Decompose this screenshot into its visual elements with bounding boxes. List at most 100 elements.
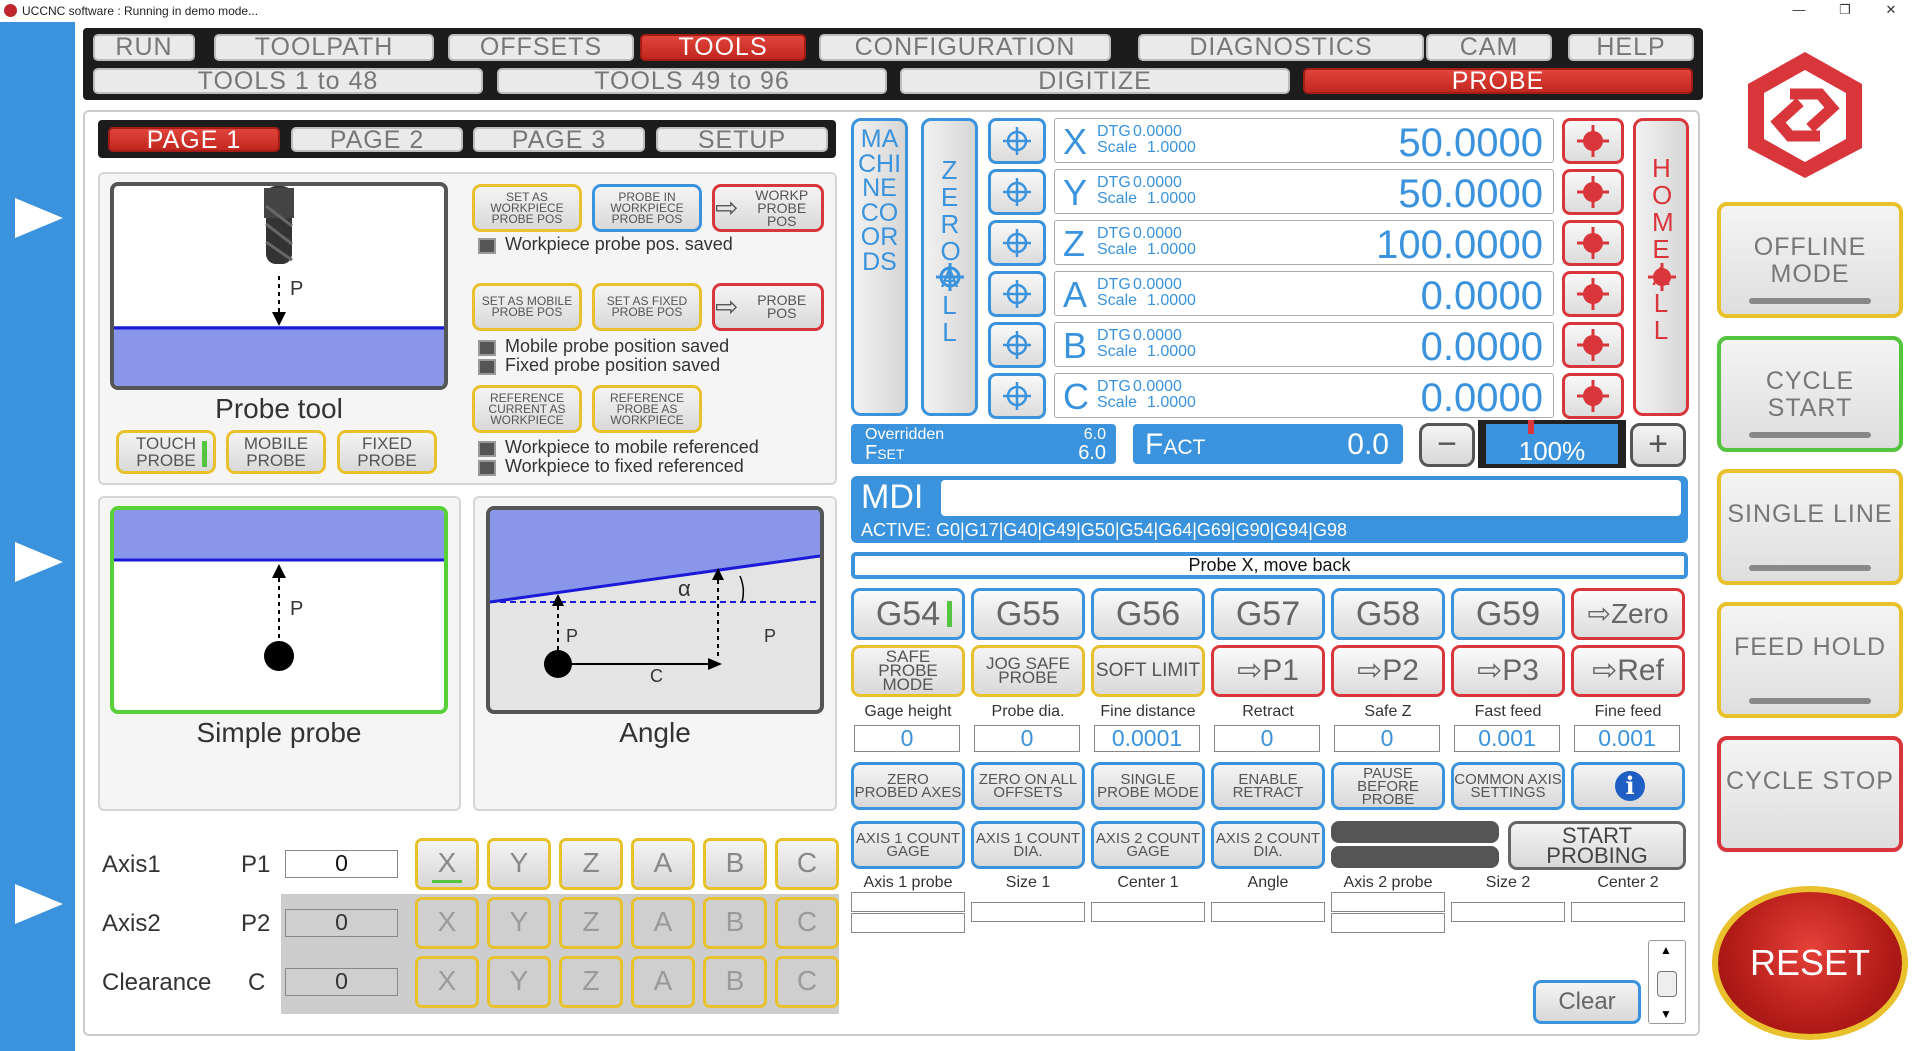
tab-probe[interactable]: PROBE [1303,68,1693,94]
soft-limit-button[interactable]: SOFT LIMIT [1091,645,1205,697]
zero-b-button[interactable] [988,322,1046,368]
axis-row-y[interactable]: Y DTG 0.0000 Scale 1.0000 50.0000 [1054,169,1554,216]
param-input[interactable]: 0 [1214,725,1320,752]
scroll-thumb[interactable] [1657,971,1677,997]
tab-setup[interactable]: SETUP [656,127,828,153]
feed-plus-button[interactable]: + [1630,423,1686,467]
tab-page-3[interactable]: PAGE 3 [473,127,645,153]
param-input[interactable]: 0 [974,725,1080,752]
zero-all-button[interactable]: ZERO ALL [921,118,978,416]
home-all-button[interactable]: HOME ALL [1633,118,1689,416]
zero-a-button[interactable] [988,271,1046,317]
probe-pos-button[interactable]: ⇨ PROBE POS [712,283,824,331]
scroll-up-icon[interactable]: ▲ [1660,943,1672,957]
enable-retract-button[interactable]: ENABLE RETRACT [1211,762,1325,810]
reset-button[interactable]: RESET [1712,886,1908,1040]
machine-coords-button[interactable]: MACHINE COORDS [851,118,908,416]
close-button[interactable]: ✕ [1868,0,1914,22]
single-line-button[interactable]: SINGLE LINE [1717,469,1903,585]
g59-button[interactable]: G59 [1451,588,1565,640]
zero-button[interactable]: ⇨Zero [1571,588,1685,640]
axis-row-z[interactable]: Z DTG 0.0000 Scale 1.0000 100.0000 [1054,220,1554,267]
pause-before-probe-button[interactable]: PAUSE BEFORE PROBE [1331,762,1445,810]
home-y-button[interactable] [1562,169,1624,215]
axis2-count-gage-button[interactable]: AXIS 2 COUNT GAGE [1091,821,1205,869]
zero-on-all-offsets-button[interactable]: ZERO ON ALL OFFSETS [971,762,1085,810]
axis-row-x[interactable]: X DTG 0.0000 Scale 1.0000 50.0000 [1054,118,1554,165]
tab-page-1[interactable]: PAGE 1 [108,127,280,153]
arrow-right-icon[interactable] [15,198,63,238]
zero-z-button[interactable] [988,220,1046,266]
cycle-stop-button[interactable]: CYCLE STOP [1717,736,1903,852]
feed-hold-button[interactable]: FEED HOLD [1717,602,1903,718]
param-input[interactable]: 0 [1334,725,1440,752]
param-input[interactable]: 0.0001 [1094,725,1200,752]
safe-probe-mode-button[interactable]: SAFE PROBE MODE [851,645,965,697]
axis1-c-button[interactable]: C [775,838,839,890]
mobile-probe-button[interactable]: MOBILE PROBE [226,430,326,474]
touch-probe-button[interactable]: TOUCH PROBE [116,430,216,474]
g56-button[interactable]: G56 [1091,588,1205,640]
set-mobile-probe-pos-button[interactable]: SET AS MOBILE PROBE POS [472,283,582,331]
g54-button[interactable]: G54 [851,588,965,640]
scroll-down-icon[interactable]: ▼ [1660,1007,1672,1021]
set-workpiece-probe-pos-button[interactable]: SET AS WORKPIECE PROBE POS [472,184,582,232]
axis1-p1-input[interactable]: 0 [285,850,398,878]
single-probe-mode-button[interactable]: SINGLE PROBE MODE [1091,762,1205,810]
g57-button[interactable]: G57 [1211,588,1325,640]
axis1-x-button[interactable]: X [415,838,479,890]
tab-tools-49-96[interactable]: TOOLS 49 to 96 [497,68,887,94]
probe-in-workpiece-button[interactable]: PROBE IN WORKPIECE PROBE POS [592,184,702,232]
minimize-button[interactable]: — [1776,0,1822,22]
ref-button[interactable]: ⇨Ref [1571,645,1685,697]
workp-probe-pos-button[interactable]: ⇨ WORKP PROBE POS [712,184,824,232]
tab-tools[interactable]: TOOLS [640,34,806,61]
param-input[interactable]: 0 [854,725,960,752]
home-b-button[interactable] [1562,322,1624,368]
clear-button[interactable]: Clear [1533,980,1641,1024]
tab-run[interactable]: RUN [93,34,195,61]
p3-button[interactable]: ⇨P3 [1451,645,1565,697]
arrow-right-icon[interactable] [15,542,63,582]
g58-button[interactable]: G58 [1331,588,1445,640]
mdi-input[interactable] [941,480,1681,516]
feed-override-slider[interactable]: 100% [1478,420,1626,468]
axis-row-a[interactable]: A DTG 0.0000 Scale 1.0000 0.0000 [1054,271,1554,318]
zero-x-button[interactable] [988,118,1046,164]
g55-button[interactable]: G55 [971,588,1085,640]
axis1-a-button[interactable]: A [631,838,695,890]
axis2-count-dia-button[interactable]: AXIS 2 COUNT DIA. [1211,821,1325,869]
jog-safe-probe-button[interactable]: JOG SAFE PROBE [971,645,1085,697]
axis-row-b[interactable]: B DTG 0.0000 Scale 1.0000 0.0000 [1054,322,1554,369]
arrow-right-icon[interactable] [15,884,63,924]
tab-page-2[interactable]: PAGE 2 [291,127,463,153]
p1-button[interactable]: ⇨P1 [1211,645,1325,697]
simple-probe-image[interactable]: P [110,506,448,714]
common-axis-settings-button[interactable]: COMMON AXIS SETTINGS [1451,762,1565,810]
param-input[interactable]: 0.001 [1574,725,1680,752]
tab-digitize[interactable]: DIGITIZE [900,68,1290,94]
p2-button[interactable]: ⇨P2 [1331,645,1445,697]
param-input[interactable]: 0.001 [1454,725,1560,752]
zero-y-button[interactable] [988,169,1046,215]
axis1-b-button[interactable]: B [703,838,767,890]
feed-minus-button[interactable]: − [1419,423,1475,467]
axis1-y-button[interactable]: Y [487,838,551,890]
reference-current-button[interactable]: REFERENCE CURRENT AS WORKPIECE [472,385,582,433]
offline-mode-button[interactable]: OFFLINE MODE [1717,202,1903,318]
tab-configuration[interactable]: CONFIGURATION [819,34,1111,61]
fixed-probe-button[interactable]: FIXED PROBE [337,430,437,474]
reference-probe-button[interactable]: REFERENCE PROBE AS WORKPIECE [592,385,702,433]
tab-tools-1-48[interactable]: TOOLS 1 to 48 [93,68,483,94]
zero-c-button[interactable] [988,373,1046,419]
axis-row-c[interactable]: C DTG 0.0000 Scale 1.0000 0.0000 [1054,373,1554,420]
info-button[interactable]: i [1571,762,1685,810]
home-a-button[interactable] [1562,271,1624,317]
set-fixed-probe-pos-button[interactable]: SET AS FIXED PROBE POS [592,283,702,331]
home-z-button[interactable] [1562,220,1624,266]
axis1-count-dia-button[interactable]: AXIS 1 COUNT DIA. [971,821,1085,869]
cycle-start-button[interactable]: CYCLE START [1717,336,1903,452]
tab-toolpath[interactable]: TOOLPATH [214,34,434,61]
tab-offsets[interactable]: OFFSETS [448,34,634,61]
tab-diagnostics[interactable]: DIAGNOSTICS [1138,34,1424,61]
